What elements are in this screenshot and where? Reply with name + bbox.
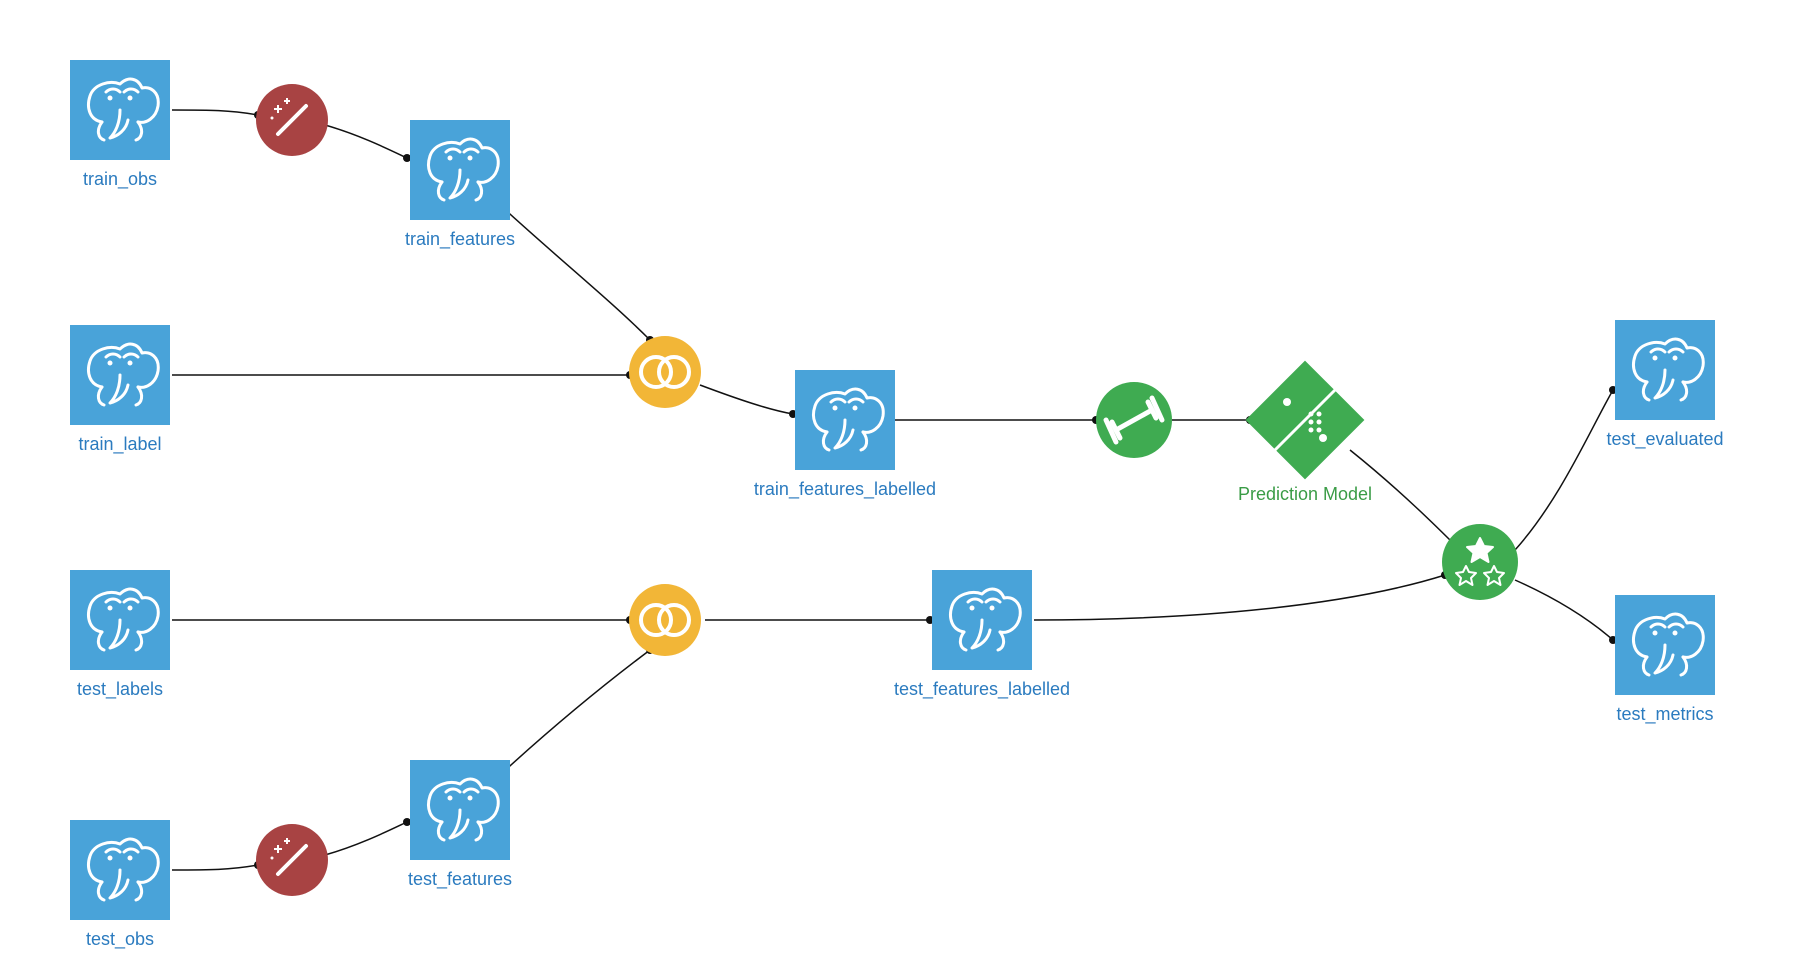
label-test-labels: test_labels [77, 679, 163, 700]
node-test-evaluated[interactable] [1615, 320, 1715, 420]
node-test-obs[interactable] [70, 820, 170, 920]
node-train-operator[interactable] [1096, 382, 1172, 458]
node-test-labels[interactable] [70, 570, 170, 670]
node-prepare-test[interactable] [256, 824, 328, 896]
label-test-obs: test_obs [86, 929, 154, 950]
node-evaluate[interactable] [1442, 524, 1518, 600]
label-test-evaluated: test_evaluated [1606, 429, 1723, 450]
label-train-features: train_features [405, 229, 515, 250]
label-test-features: test_features [408, 869, 512, 890]
label-prediction-model: Prediction Model [1238, 484, 1372, 504]
node-train-features-labelled[interactable] [795, 370, 895, 470]
node-test-metrics[interactable] [1615, 595, 1715, 695]
label-test-metrics: test_metrics [1616, 704, 1713, 725]
label-train-obs: train_obs [83, 169, 157, 190]
node-join-test[interactable] [629, 584, 701, 656]
node-train-obs[interactable] [70, 60, 170, 160]
node-prediction-model[interactable] [1246, 361, 1365, 480]
node-train-features[interactable] [410, 120, 510, 220]
node-train-label[interactable] [70, 325, 170, 425]
label-train-label: train_label [78, 434, 161, 455]
node-join-train[interactable] [629, 336, 701, 408]
node-test-features[interactable] [410, 760, 510, 860]
node-prepare-train[interactable] [256, 84, 328, 156]
label-test-features-labelled: test_features_labelled [894, 679, 1070, 700]
node-test-features-labelled[interactable] [932, 570, 1032, 670]
label-train-features-labelled: train_features_labelled [754, 479, 936, 500]
